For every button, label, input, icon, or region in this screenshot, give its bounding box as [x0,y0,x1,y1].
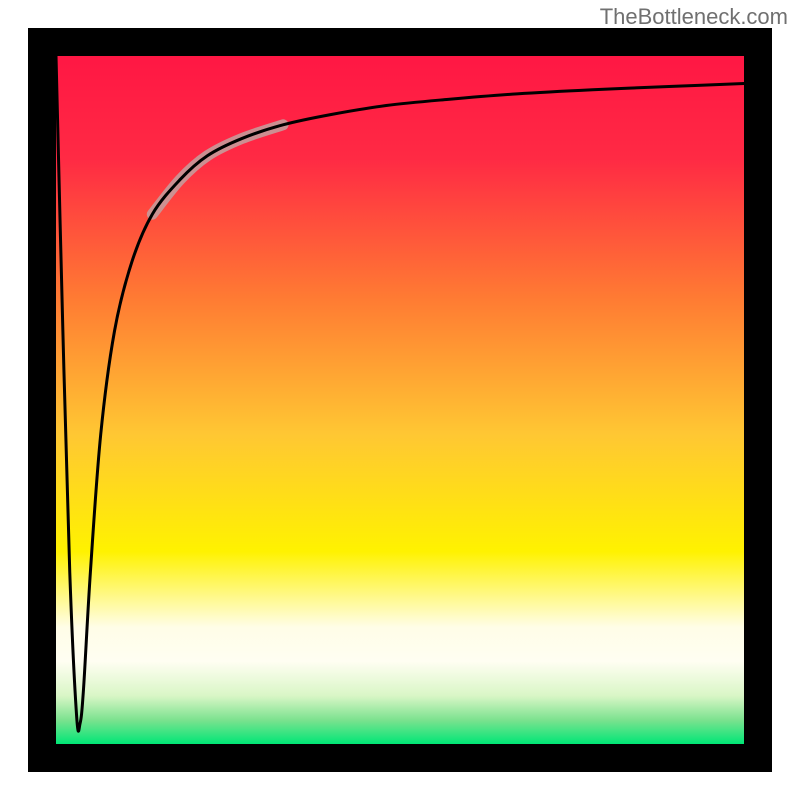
chart-container [28,28,772,772]
attribution-label: TheBottleneck.com [600,4,788,30]
chart-gradient-background [56,56,744,744]
